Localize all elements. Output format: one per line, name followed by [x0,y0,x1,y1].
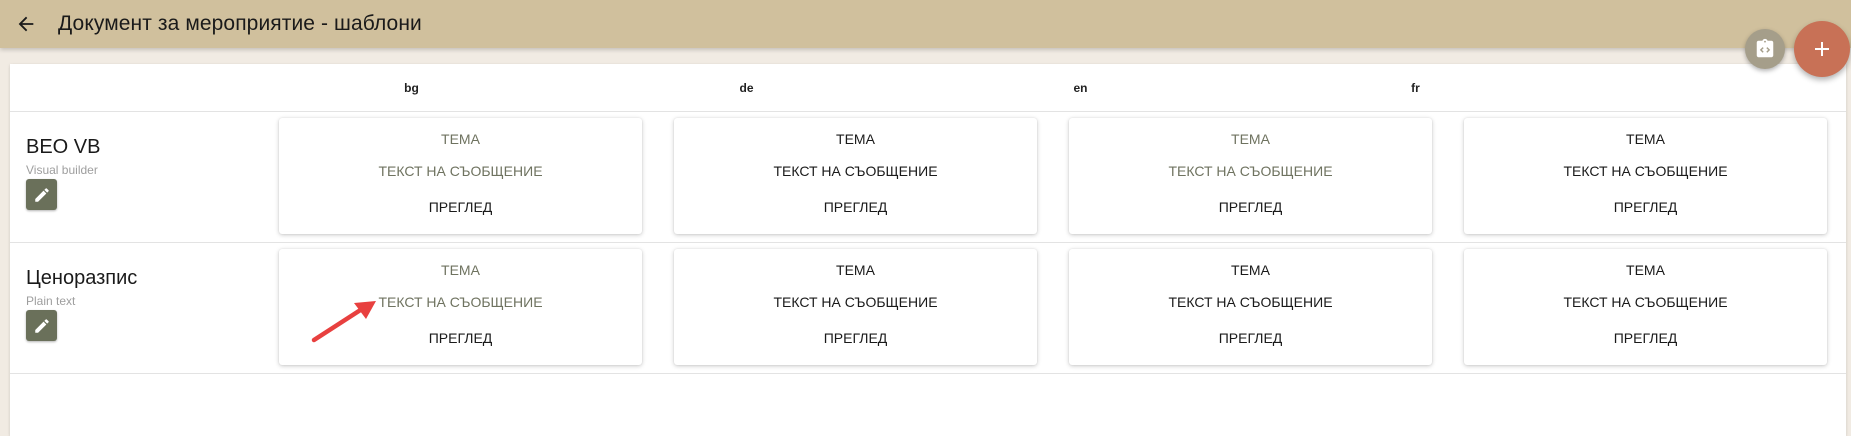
preview-link[interactable]: ПРЕГЛЕД [1069,199,1432,215]
template-card-bg: ТЕМА ТЕКСТ НА СЪОБЩЕНИЕ ПРЕГЛЕД [279,118,642,234]
app-header: Документ за мероприятие - шаблони [0,0,1851,48]
subject-link[interactable]: ТЕМА [1069,131,1432,147]
preview-link[interactable]: ПРЕГЛЕД [1464,330,1827,346]
column-header-fr: fr [1411,81,1420,95]
edit-template-button[interactable] [26,310,57,341]
table-header-row: bg de en fr [10,64,1846,112]
subject-link[interactable]: ТЕМА [1464,131,1827,147]
subject-link[interactable]: ТЕМА [1069,262,1432,278]
page-title: Документ за мероприятие - шаблони [58,12,422,35]
subject-link[interactable]: ТЕМА [279,262,642,278]
preview-link[interactable]: ПРЕГЛЕД [674,199,1037,215]
add-template-button[interactable] [1794,21,1850,77]
column-header-en: en [1073,81,1088,95]
pencil-icon [34,187,49,202]
back-button[interactable] [0,0,52,48]
subject-link[interactable]: ТЕМА [674,262,1037,278]
message-text-link[interactable]: ТЕКСТ НА СЪОБЩЕНИЕ [1464,163,1827,179]
message-text-link[interactable]: ТЕКСТ НА СЪОБЩЕНИЕ [1069,294,1432,310]
template-card-fr: ТЕМА ТЕКСТ НА СЪОБЩЕНИЕ ПРЕГЛЕД [1464,249,1827,365]
message-text-link[interactable]: ТЕКСТ НА СЪОБЩЕНИЕ [279,163,642,179]
template-type: Visual builder [26,163,98,177]
template-card-fr: ТЕМА ТЕКСТ НА СЪОБЩЕНИЕ ПРЕГЛЕД [1464,118,1827,234]
templates-table: bg de en fr BEO VB Visual builder Ценора… [10,64,1846,436]
message-text-link[interactable]: ТЕКСТ НА СЪОБЩЕНИЕ [674,294,1037,310]
column-header-bg: bg [404,81,419,95]
pencil-icon [34,318,49,333]
message-text-link[interactable]: ТЕКСТ НА СЪОБЩЕНИЕ [674,163,1037,179]
column-header-de: de [739,81,754,95]
template-card-de: ТЕМА ТЕКСТ НА СЪОБЩЕНИЕ ПРЕГЛЕД [674,118,1037,234]
template-card-de: ТЕМА ТЕКСТ НА СЪОБЩЕНИЕ ПРЕГЛЕД [674,249,1037,365]
message-text-link[interactable]: ТЕКСТ НА СЪОБЩЕНИЕ [1464,294,1827,310]
preview-link[interactable]: ПРЕГЛЕД [279,199,642,215]
template-card-en: ТЕМА ТЕКСТ НА СЪОБЩЕНИЕ ПРЕГЛЕД [1069,118,1432,234]
preview-link[interactable]: ПРЕГЛЕД [1464,199,1827,215]
code-template-button[interactable] [1745,29,1785,69]
message-text-link[interactable]: ТЕКСТ НА СЪОБЩЕНИЕ [1069,163,1432,179]
template-title: BEO VB [26,136,101,158]
subject-link[interactable]: ТЕМА [674,131,1037,147]
arrow-left-icon [18,16,34,32]
code-clipboard-icon [1756,38,1774,58]
subject-link[interactable]: ТЕМА [1464,262,1827,278]
preview-link[interactable]: ПРЕГЛЕД [1069,330,1432,346]
template-title: Ценоразпис [26,267,138,289]
template-card-en: ТЕМА ТЕКСТ НА СЪОБЩЕНИЕ ПРЕГЛЕД [1069,249,1432,365]
preview-link[interactable]: ПРЕГЛЕД [674,330,1037,346]
template-type: Plain text [26,294,76,308]
subject-link[interactable]: ТЕМА [279,131,642,147]
annotation-arrow [311,301,376,343]
plus-icon [1815,42,1829,56]
edit-template-button[interactable] [26,179,57,210]
